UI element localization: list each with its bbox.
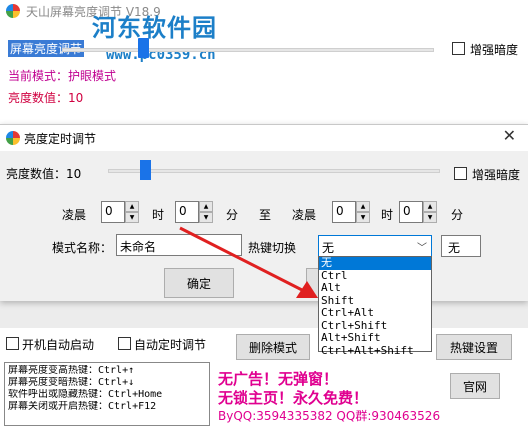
- start-hour-spinner[interactable]: 0 ▲ ▼: [101, 201, 139, 223]
- hotkey-dropdown-list: 无 Ctrl Alt Shift Ctrl+Alt Ctrl+Shift Alt…: [318, 256, 432, 356]
- hotkey-info-line: 软件呼出或隐藏热键：Ctrl+Home: [8, 389, 163, 400]
- spin-up-icon[interactable]: ▲: [356, 201, 370, 212]
- mode-name-label: 模式名称：: [52, 241, 113, 255]
- spin-up-icon[interactable]: ▲: [199, 201, 213, 212]
- hotkey-info-box: 屏幕亮度变高热键：Ctrl+↑ 屏幕亮度变暗热键：Ctrl+↓ 软件呼出或隐藏热…: [4, 362, 210, 426]
- main-eye-protect-label[interactable]: 增强暗度: [470, 41, 518, 58]
- dialog-brightness-slider[interactable]: [108, 169, 440, 173]
- mode-name-input[interactable]: 未命名: [116, 234, 242, 256]
- autostart-label[interactable]: 开机自动启动: [22, 336, 94, 353]
- hotkey-info-line: 屏幕亮度变暗热键：Ctrl+↓: [8, 377, 135, 388]
- minute-unit-label: 分: [451, 208, 464, 222]
- current-mode-text: 当前模式：护眼模式: [8, 69, 117, 83]
- hotkey-display-field[interactable]: 无: [441, 235, 481, 257]
- main-brightness-slider-thumb[interactable]: [138, 38, 149, 58]
- spin-down-icon[interactable]: ▼: [199, 212, 213, 223]
- main-titlebar: 天山屏幕亮度调节 V18.9: [0, 0, 528, 22]
- auto-timer-checkbox[interactable]: [118, 337, 131, 350]
- spin-up-icon[interactable]: ▲: [125, 201, 139, 212]
- hotkey-option[interactable]: Alt: [319, 281, 431, 295]
- spin-down-icon[interactable]: ▼: [356, 212, 370, 223]
- chevron-down-icon[interactable]: ﹀: [417, 239, 427, 254]
- dialog-title: 亮度定时调节: [24, 132, 97, 146]
- hotkey-switch-label: 热键切换: [248, 241, 297, 255]
- to-label: 至: [259, 208, 272, 222]
- dialog-brightness-value-label: 亮度数值：10: [6, 167, 82, 181]
- app-logo-icon: [6, 131, 20, 145]
- brightness-value-text: 亮度数值：10: [8, 91, 84, 105]
- delete-mode-button[interactable]: 删除模式: [236, 334, 310, 360]
- hour-unit-label: 时: [381, 208, 394, 222]
- close-icon[interactable]: ✕: [503, 126, 516, 145]
- autostart-checkbox[interactable]: [6, 337, 19, 350]
- dialog-brightness-slider-thumb[interactable]: [140, 160, 151, 180]
- watermark-name: 河东软件园: [92, 13, 217, 42]
- hotkey-option[interactable]: 无: [319, 256, 431, 270]
- mode-list-strip: [0, 300, 528, 328]
- hotkey-settings-button[interactable]: 热键设置: [436, 334, 512, 360]
- contact-text: ByQQ:3594335382 QQ群:930463526: [218, 409, 441, 423]
- start-period-label: 凌晨: [62, 208, 87, 222]
- spin-up-icon[interactable]: ▲: [423, 201, 437, 212]
- hotkey-info-line: 屏幕亮度变高热键：Ctrl+↑: [8, 365, 135, 376]
- hotkey-selected-value: 无: [322, 241, 335, 255]
- end-hour-field[interactable]: 0: [332, 201, 356, 223]
- auto-timer-label[interactable]: 自动定时调节: [134, 336, 206, 353]
- promo-line-2: 无锁主页！永久免费！: [218, 389, 369, 407]
- end-hour-spinner[interactable]: 0 ▲ ▼: [332, 201, 370, 223]
- promo-line-1: 无广告！无弹窗！: [218, 370, 339, 388]
- start-minute-spinner[interactable]: 0 ▲ ▼: [175, 201, 213, 223]
- hotkey-switch-select[interactable]: 无 ﹀: [318, 235, 432, 257]
- main-eye-protect-checkbox[interactable]: [452, 42, 465, 55]
- dialog-titlebar: 亮度定时调节 ✕: [0, 125, 528, 151]
- start-minute-field[interactable]: 0: [175, 201, 199, 223]
- dialog-eye-protect-checkbox[interactable]: [454, 167, 467, 180]
- start-hour-field[interactable]: 0: [101, 201, 125, 223]
- dialog-eye-protect-label[interactable]: 增强暗度: [472, 166, 520, 183]
- spin-down-icon[interactable]: ▼: [423, 212, 437, 223]
- main-brightness-slider[interactable]: [62, 48, 434, 52]
- hotkey-info-line: 屏幕关闭或开启热键：Ctrl+F12: [8, 401, 157, 412]
- spin-down-icon[interactable]: ▼: [125, 212, 139, 223]
- hour-unit-label: 时: [152, 208, 165, 222]
- hotkey-option[interactable]: Alt+Shift: [319, 331, 431, 345]
- timer-dialog: 亮度定时调节 ✕ 亮度数值：10 增强暗度 凌晨 0 ▲ ▼ 时 0 ▲ ▼ 分 至…: [0, 124, 528, 301]
- ok-button[interactable]: 确定: [164, 268, 234, 298]
- hotkey-option[interactable]: Ctrl+Alt+Shift: [319, 344, 431, 358]
- minute-unit-label: 分: [226, 208, 239, 222]
- hotkey-option[interactable]: Ctrl+Alt: [319, 306, 431, 320]
- website-button[interactable]: 官网: [450, 373, 500, 399]
- end-minute-field[interactable]: 0: [399, 201, 423, 223]
- end-period-label: 凌晨: [292, 208, 317, 222]
- app-logo-icon: [6, 4, 20, 18]
- end-minute-spinner[interactable]: 0 ▲ ▼: [399, 201, 437, 223]
